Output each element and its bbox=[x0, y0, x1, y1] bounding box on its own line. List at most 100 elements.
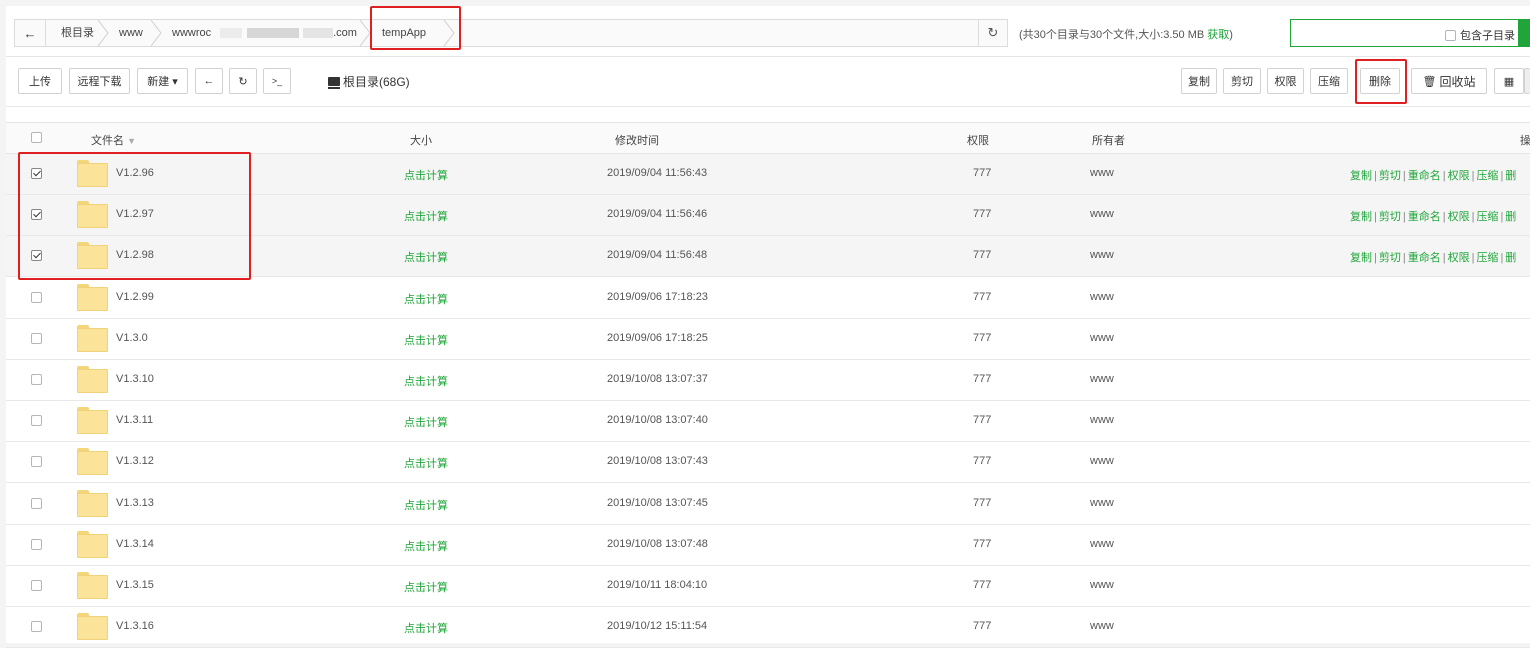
size-calc-link[interactable]: 点击计算 bbox=[404, 249, 448, 265]
table-row[interactable]: V1.3.10 点击计算 2019/10/08 13:07:37 777 www bbox=[6, 360, 1530, 401]
row-op-link[interactable]: 压缩 bbox=[1476, 170, 1498, 182]
size-calc-link[interactable]: 点击计算 bbox=[404, 291, 448, 307]
row-op-link[interactable]: 复制 bbox=[1350, 211, 1372, 223]
size-calc-link[interactable]: 点击计算 bbox=[404, 538, 448, 554]
table-row[interactable]: V1.3.0 点击计算 2019/09/06 17:18:25 777 www bbox=[6, 319, 1530, 360]
row-checkbox[interactable] bbox=[31, 621, 42, 632]
owner-value: www bbox=[1090, 208, 1114, 220]
permission-value: 777 bbox=[973, 455, 992, 467]
file-name[interactable]: V1.3.12 bbox=[116, 455, 154, 467]
back-button[interactable]: ← bbox=[195, 68, 223, 94]
row-op-link[interactable]: 压缩 bbox=[1476, 211, 1498, 223]
crumb-root[interactable]: 根目录 bbox=[61, 20, 94, 46]
file-name[interactable]: V1.3.0 bbox=[116, 332, 148, 344]
size-calc-link[interactable]: 点击计算 bbox=[404, 579, 448, 595]
permission-value: 777 bbox=[973, 167, 992, 179]
table-row[interactable]: V1.3.14 点击计算 2019/10/08 13:07:48 777 www bbox=[6, 525, 1530, 566]
row-op-link[interactable]: 剪切 bbox=[1379, 252, 1401, 264]
table-row[interactable]: V1.3.11 点击计算 2019/10/08 13:07:40 777 www bbox=[6, 401, 1530, 442]
owner-value: www bbox=[1090, 332, 1114, 344]
path-back-icon[interactable]: ← bbox=[15, 20, 45, 46]
grid-view-button[interactable]: ▦ bbox=[1494, 68, 1524, 94]
size-calc-link[interactable]: 点击计算 bbox=[404, 373, 448, 389]
cut-button[interactable]: 剪切 bbox=[1223, 68, 1261, 94]
row-op-link[interactable]: 复制 bbox=[1350, 252, 1372, 264]
permission-value: 777 bbox=[973, 208, 992, 220]
file-name[interactable]: V1.3.11 bbox=[116, 414, 153, 426]
row-op-link[interactable]: 权限 bbox=[1448, 170, 1470, 182]
table-row[interactable]: V1.3.13 点击计算 2019/10/08 13:07:45 777 www bbox=[6, 484, 1530, 525]
row-op-link[interactable]: 删 bbox=[1505, 170, 1516, 182]
row-op-link[interactable]: 重命名 bbox=[1408, 252, 1441, 264]
size-calc-link[interactable]: 点击计算 bbox=[404, 167, 448, 183]
permission-button[interactable]: 权限 bbox=[1267, 68, 1304, 94]
size-calc-link[interactable]: 点击计算 bbox=[404, 620, 448, 636]
row-op-link[interactable]: 权限 bbox=[1448, 252, 1470, 264]
terminal-button[interactable]: >_ bbox=[263, 68, 291, 94]
file-name[interactable]: V1.3.15 bbox=[116, 579, 154, 591]
table-header: 文件名 ▼ 大小 修改时间 权限 所有者 操 bbox=[6, 122, 1530, 154]
row-op-link[interactable]: 剪切 bbox=[1379, 211, 1401, 223]
size-calc-link[interactable]: 点击计算 bbox=[404, 497, 448, 513]
path-refresh-icon[interactable]: ↻ bbox=[978, 20, 1007, 46]
row-op-link[interactable]: 删 bbox=[1505, 252, 1516, 264]
remote-download-button[interactable]: 远程下载 bbox=[69, 68, 130, 94]
file-name[interactable]: V1.2.99 bbox=[116, 291, 154, 303]
upload-button[interactable]: 上传 bbox=[18, 68, 62, 94]
row-op-link[interactable]: 复制 bbox=[1350, 170, 1372, 182]
modified-time: 2019/10/12 15:11:54 bbox=[607, 620, 708, 632]
search-button[interactable] bbox=[1518, 19, 1530, 47]
modified-time: 2019/10/08 13:07:40 bbox=[607, 414, 708, 426]
crumb-www[interactable]: www bbox=[119, 20, 143, 46]
list-view-button[interactable] bbox=[1524, 68, 1530, 94]
row-op-link[interactable]: 压缩 bbox=[1476, 252, 1498, 264]
row-checkbox[interactable] bbox=[31, 374, 42, 385]
modified-time: 2019/10/08 13:07:48 bbox=[607, 538, 708, 550]
size-calc-link[interactable]: 点击计算 bbox=[404, 208, 448, 224]
row-checkbox[interactable] bbox=[31, 539, 42, 550]
modified-time: 2019/09/04 11:56:43 bbox=[607, 167, 708, 179]
copy-button[interactable]: 复制 bbox=[1181, 68, 1217, 94]
fetch-size-link[interactable]: 获取 bbox=[1207, 29, 1229, 41]
table-row[interactable]: V1.2.99 点击计算 2019/09/06 17:18:23 777 www bbox=[6, 278, 1530, 319]
col-ops-header: 操 bbox=[1520, 135, 1530, 147]
compress-button[interactable]: 压缩 bbox=[1310, 68, 1348, 94]
row-checkbox[interactable] bbox=[31, 415, 42, 426]
table-row[interactable]: V1.3.16 点击计算 2019/10/12 15:11:54 777 www bbox=[6, 607, 1530, 648]
file-name[interactable]: V1.3.14 bbox=[116, 538, 154, 550]
sort-desc-icon: ▼ bbox=[127, 136, 136, 146]
new-button[interactable]: 新建 ▾ bbox=[137, 68, 188, 94]
row-op-link[interactable]: 权限 bbox=[1448, 211, 1470, 223]
row-op-link[interactable]: 剪切 bbox=[1379, 170, 1401, 182]
row-op-link[interactable]: 重命名 bbox=[1408, 211, 1441, 223]
include-subdir-option[interactable]: 包含子目录 bbox=[1445, 27, 1515, 43]
size-calc-link[interactable]: 点击计算 bbox=[404, 332, 448, 348]
recycle-bin-button[interactable]: 🗑 回收站 bbox=[1411, 68, 1487, 94]
select-all-checkbox[interactable] bbox=[31, 132, 42, 143]
file-name[interactable]: V1.3.10 bbox=[116, 373, 154, 385]
size-calc-link[interactable]: 点击计算 bbox=[404, 414, 448, 430]
table-row[interactable]: V1.3.15 点击计算 2019/10/11 18:04:10 777 www bbox=[6, 566, 1530, 607]
row-op-link[interactable]: 删 bbox=[1505, 211, 1516, 223]
folder-icon bbox=[77, 531, 108, 558]
folder-icon bbox=[77, 325, 108, 352]
path-bar[interactable]: ← 根目录 www wwwroc .com tempApp ↻ bbox=[14, 19, 1008, 47]
modified-time: 2019/09/04 11:56:48 bbox=[607, 249, 708, 261]
owner-value: www bbox=[1090, 414, 1114, 426]
row-checkbox[interactable] bbox=[31, 456, 42, 467]
row-checkbox[interactable] bbox=[31, 580, 42, 591]
highlight-box-current-dir bbox=[370, 6, 461, 50]
file-name[interactable]: V1.3.13 bbox=[116, 497, 154, 509]
row-checkbox[interactable] bbox=[31, 292, 42, 303]
row-checkbox[interactable] bbox=[31, 498, 42, 509]
col-name-header[interactable]: 文件名 ▼ bbox=[91, 132, 136, 148]
include-subdir-checkbox[interactable] bbox=[1445, 29, 1456, 41]
search-box[interactable]: 包含子目录 bbox=[1290, 19, 1530, 47]
refresh-button[interactable]: ↻ bbox=[229, 68, 257, 94]
table-row[interactable]: V1.3.12 点击计算 2019/10/08 13:07:43 777 www bbox=[6, 442, 1530, 483]
file-name[interactable]: V1.3.16 bbox=[116, 620, 154, 632]
size-calc-link[interactable]: 点击计算 bbox=[404, 455, 448, 471]
row-checkbox[interactable] bbox=[31, 333, 42, 344]
redacted-block bbox=[247, 28, 299, 38]
row-op-link[interactable]: 重命名 bbox=[1408, 170, 1441, 182]
